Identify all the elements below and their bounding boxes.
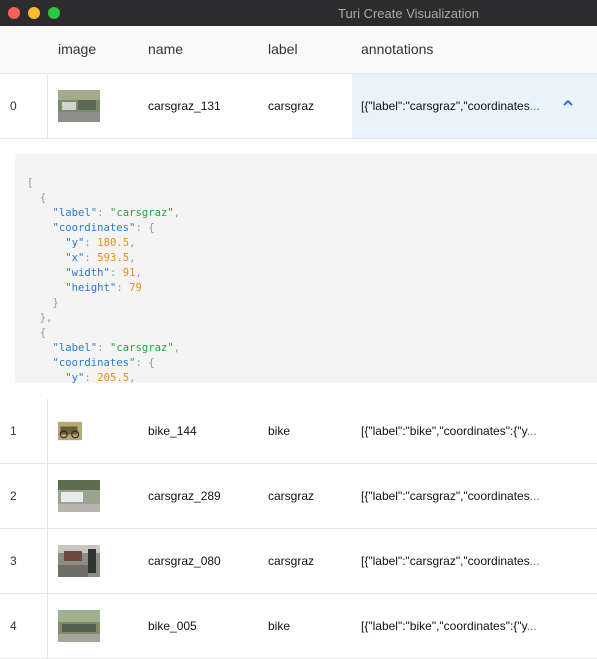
column-header-name[interactable]: name	[148, 41, 183, 57]
json-token: 205.5	[97, 372, 130, 383]
row-divider	[47, 594, 48, 658]
json-token: :	[97, 207, 110, 219]
table-header: image name label annotations	[0, 26, 597, 74]
json-token: ,	[129, 237, 136, 249]
json-token: : {	[135, 222, 155, 234]
window-title: Turi Create Visualization	[338, 6, 479, 21]
row-name: carsgraz_080	[148, 554, 221, 568]
row-name: carsgraz_289	[148, 489, 221, 503]
json-token: 593.5	[97, 252, 130, 264]
row-divider	[47, 399, 48, 463]
json-token: ,	[135, 267, 142, 279]
column-header-annotations[interactable]: annotations	[361, 41, 433, 57]
json-token: "width"	[65, 267, 110, 279]
json-token: "label"	[52, 207, 98, 219]
thumbnail-image[interactable]	[58, 480, 100, 512]
json-token: 180.5	[97, 237, 130, 249]
row-divider	[47, 74, 48, 138]
json-token: 91	[122, 267, 136, 279]
json-token: :	[116, 282, 130, 294]
row-label: bike	[268, 424, 291, 438]
row-annotations[interactable]: [{"label":"bike","coordinates":{"y...	[361, 619, 549, 633]
json-token: "carsgraz"	[109, 207, 174, 219]
json-token: }	[27, 297, 59, 309]
json-token: ,	[173, 207, 181, 219]
row-index: 0	[10, 99, 17, 113]
thumbnail-image[interactable]	[58, 545, 100, 577]
annotations-json-view: [ { "label": "carsgraz", "coordinates": …	[15, 154, 597, 383]
json-token: :	[84, 237, 98, 249]
row-annotations[interactable]: [{"label":"carsgraz","coordinates...	[361, 99, 549, 113]
column-header-label[interactable]: label	[268, 41, 298, 57]
json-token: ,	[129, 252, 136, 264]
json-token: ,	[129, 372, 136, 383]
json-token: },	[27, 312, 53, 324]
json-token: :	[109, 267, 123, 279]
row-label: bike	[268, 619, 291, 633]
json-token: "y"	[65, 237, 85, 249]
table-row[interactable]: 3 carsgraz_080 carsgraz [{"label":"carsg…	[0, 529, 597, 594]
row-divider	[47, 529, 48, 593]
table-row[interactable]: 2 carsgraz_289 carsgraz [{"label":"carsg…	[0, 464, 597, 529]
table-row[interactable]: 4 bike_005 bike [{"label":"bike","coordi…	[0, 594, 597, 659]
json-token: "x"	[65, 252, 85, 264]
json-token: {	[27, 327, 47, 339]
row-index: 1	[10, 424, 17, 438]
row-label: carsgraz	[268, 99, 315, 113]
row-name: carsgraz_131	[148, 99, 221, 113]
json-token: "label"	[52, 342, 98, 354]
row-index: 2	[10, 489, 17, 503]
json-token: "height"	[65, 282, 117, 294]
json-token: [	[27, 177, 34, 189]
json-code-block: [ { "label": "carsgraz", "coordinates": …	[15, 154, 597, 383]
table-row[interactable]: 0 carsgraz_131 carsgraz [{"label":"carsg…	[0, 74, 597, 139]
window-titlebar: Turi Create Visualization	[0, 0, 597, 27]
table-row[interactable]: 1 bike_144 bike [{"label":"bike","coordi…	[0, 399, 597, 464]
row-annotations[interactable]: [{"label":"bike","coordinates":{"y...	[361, 424, 549, 438]
thumbnail-image[interactable]	[58, 90, 100, 122]
row-label: carsgraz	[268, 554, 315, 568]
thumbnail-image[interactable]	[58, 610, 100, 642]
row-index: 4	[10, 619, 17, 633]
column-header-image[interactable]: image	[58, 41, 96, 57]
json-token: "carsgraz"	[109, 342, 174, 354]
row-divider	[47, 464, 48, 528]
json-token: : {	[135, 357, 155, 369]
json-token: "coordinates"	[52, 222, 136, 234]
row-annotations[interactable]: [{"label":"carsgraz","coordinates...	[361, 489, 549, 503]
thumbnail-image[interactable]	[58, 415, 82, 447]
row-index: 3	[10, 554, 17, 568]
json-token: "y"	[65, 372, 85, 383]
row-name: bike_144	[148, 424, 197, 438]
json-token: "coordinates"	[52, 357, 136, 369]
row-label: carsgraz	[268, 489, 315, 503]
row-annotations[interactable]: [{"label":"carsgraz","coordinates...	[361, 554, 549, 568]
json-token: {	[27, 192, 47, 204]
row-name: bike_005	[148, 619, 197, 633]
json-token: 79	[129, 282, 142, 294]
json-token: :	[97, 342, 110, 354]
json-token: :	[84, 372, 98, 383]
json-token: :	[84, 252, 98, 264]
json-token: ,	[173, 342, 181, 354]
collapse-chevron-up-icon[interactable]	[562, 98, 574, 108]
